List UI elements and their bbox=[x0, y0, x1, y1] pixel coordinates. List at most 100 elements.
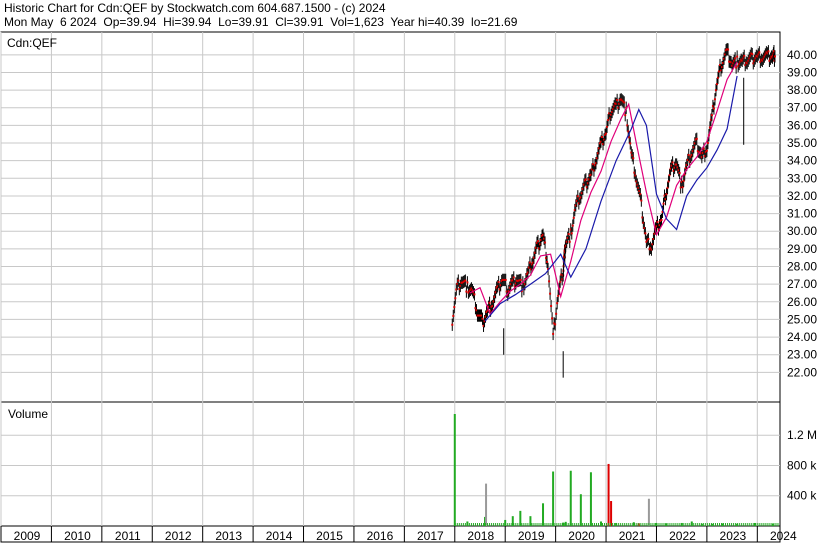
volume-bar bbox=[755, 523, 757, 526]
close-dot bbox=[710, 114, 713, 117]
volume-bar bbox=[696, 523, 698, 526]
volume-bar bbox=[614, 523, 616, 526]
close-dot bbox=[572, 216, 575, 219]
close-dot bbox=[705, 149, 708, 152]
close-dot bbox=[616, 98, 619, 101]
volume-bar bbox=[529, 523, 531, 526]
volume-bar bbox=[523, 523, 525, 526]
volume-bar bbox=[662, 523, 664, 526]
close-dot bbox=[623, 101, 626, 104]
close-dot bbox=[568, 240, 571, 243]
volume-bar bbox=[618, 523, 620, 526]
volume-bar bbox=[656, 523, 658, 526]
volume-bar bbox=[771, 523, 773, 526]
volume-bar bbox=[551, 523, 553, 526]
price-tick-label: 39.00 bbox=[787, 65, 817, 79]
year-tick-label: 2017 bbox=[417, 529, 444, 543]
volume-bar bbox=[501, 523, 503, 526]
volume-bar bbox=[634, 523, 636, 526]
close-dot bbox=[512, 276, 515, 279]
volume-bar bbox=[604, 523, 606, 526]
volume-bar bbox=[589, 523, 591, 526]
close-dot bbox=[519, 278, 522, 281]
price-tick-label: 37.00 bbox=[787, 101, 817, 115]
year-tick-label: 2014 bbox=[266, 529, 293, 543]
volume-bar bbox=[489, 523, 491, 526]
volume-bar bbox=[749, 523, 751, 526]
close-dot bbox=[773, 55, 776, 58]
volume-bar bbox=[565, 523, 567, 526]
volume-tick-label: 400 k bbox=[787, 489, 817, 503]
volume-bar bbox=[761, 523, 763, 526]
year-tick-label: 2020 bbox=[568, 529, 595, 543]
volume-tick-label: 800 k bbox=[787, 458, 817, 472]
volume-bar bbox=[646, 523, 648, 526]
volume-bar bbox=[525, 523, 527, 526]
volume-bar bbox=[539, 523, 541, 526]
volume-bar bbox=[571, 523, 573, 526]
close-dot bbox=[570, 232, 573, 235]
year-tick-label: 2023 bbox=[720, 529, 747, 543]
close-dot bbox=[706, 142, 709, 145]
price-tick-label: 38.00 bbox=[787, 83, 817, 97]
volume-bar bbox=[731, 523, 733, 526]
volume-bar bbox=[485, 523, 487, 526]
volume-bar bbox=[553, 523, 555, 526]
price-tick-label: 33.00 bbox=[787, 171, 817, 185]
volume-bar bbox=[708, 523, 710, 526]
close-dot bbox=[695, 137, 698, 140]
volume-bar bbox=[773, 523, 775, 526]
volume-bar bbox=[462, 523, 464, 526]
volume-bar bbox=[706, 523, 708, 526]
close-dot bbox=[751, 53, 754, 56]
volume-bar bbox=[733, 523, 735, 526]
volume-bar bbox=[542, 503, 545, 526]
volume-bar bbox=[606, 523, 608, 526]
close-dot bbox=[656, 221, 659, 224]
close-dot bbox=[557, 294, 560, 297]
volume-bar bbox=[476, 523, 478, 526]
volume-bar bbox=[608, 523, 610, 526]
volume-bar bbox=[729, 523, 731, 526]
volume-bar bbox=[628, 523, 630, 526]
close-dot bbox=[551, 317, 554, 320]
volume-bar bbox=[765, 523, 767, 526]
volume-bar bbox=[670, 523, 672, 526]
volume-bar bbox=[472, 523, 474, 526]
price-panel-frame bbox=[0, 31, 781, 403]
volume-bar bbox=[644, 523, 646, 526]
volume-bar bbox=[680, 523, 682, 526]
volume-bar bbox=[650, 523, 652, 526]
volume-bar bbox=[622, 523, 624, 526]
volume-bar bbox=[527, 523, 529, 526]
close-dot bbox=[488, 301, 491, 304]
volume-bar bbox=[647, 498, 650, 526]
volume-bar bbox=[739, 523, 741, 526]
year-tick-label: 2010 bbox=[64, 529, 91, 543]
price-tick-label: 28.00 bbox=[787, 260, 817, 274]
volume-bar bbox=[686, 523, 688, 526]
volume-bar bbox=[481, 523, 483, 526]
volume-bar bbox=[602, 523, 604, 526]
price-tick-label: 32.00 bbox=[787, 189, 817, 203]
close-dot bbox=[544, 241, 547, 244]
volume-bar bbox=[652, 523, 654, 526]
volume-bar bbox=[735, 523, 737, 526]
close-dot bbox=[678, 172, 681, 175]
close-dot bbox=[571, 224, 574, 227]
volume-bar bbox=[698, 523, 700, 526]
volume-bar bbox=[493, 523, 495, 526]
volume-bar bbox=[591, 523, 593, 526]
volume-bar bbox=[503, 523, 505, 526]
volume-bar bbox=[638, 523, 640, 526]
close-dot bbox=[550, 305, 553, 308]
stock-chart: 22.00 23.00 24.00 25.00 26.00 27.00 28.00 29.00… bbox=[0, 31, 817, 543]
volume-bar bbox=[741, 523, 743, 526]
volume-bar bbox=[763, 523, 765, 526]
volume-bar bbox=[531, 523, 533, 526]
volume-bar bbox=[624, 523, 626, 526]
volume-bar bbox=[692, 523, 694, 526]
close-dot bbox=[735, 66, 738, 69]
volume-bar bbox=[694, 523, 696, 526]
close-dot bbox=[644, 232, 647, 235]
